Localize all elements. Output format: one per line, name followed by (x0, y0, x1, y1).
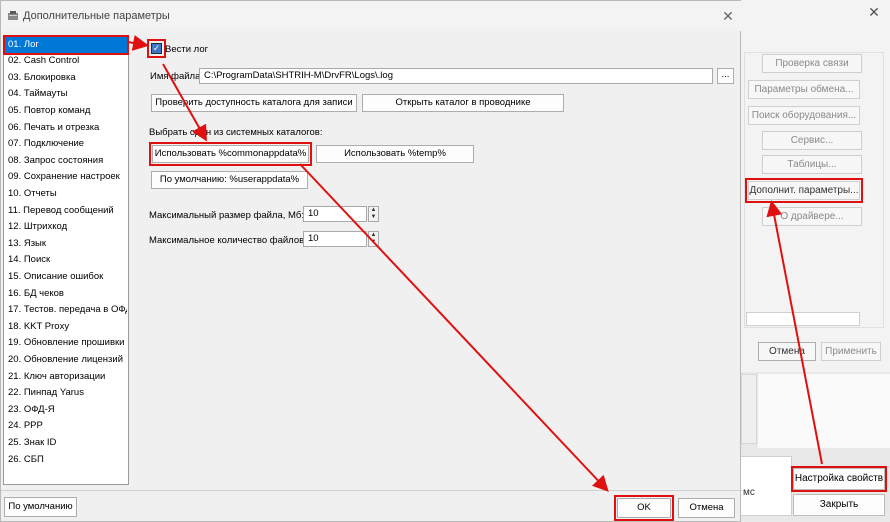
arrow-to-additional-params (766, 200, 823, 465)
arrow-to-ok (299, 163, 609, 492)
arrow-to-checkbox (127, 35, 149, 51)
annotation-arrows (127, 35, 823, 492)
arrow-to-common-button (162, 63, 207, 142)
